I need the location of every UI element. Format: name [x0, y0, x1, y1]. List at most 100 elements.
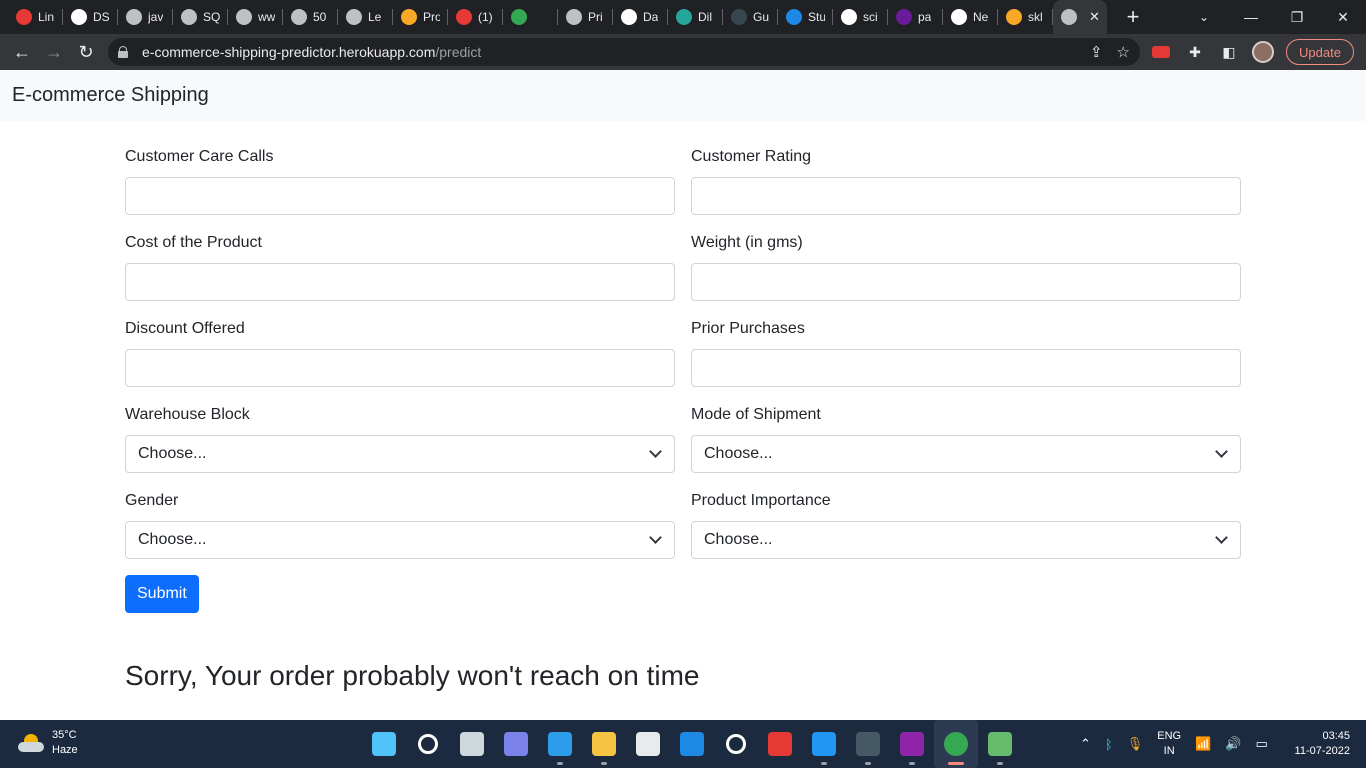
- youtube-extension-icon[interactable]: [1150, 41, 1172, 63]
- tab-search-chevron-icon[interactable]: ⌄: [1192, 0, 1216, 34]
- select-value: Choose...: [138, 445, 207, 462]
- language-line1: ENG: [1157, 730, 1182, 742]
- browser-tab[interactable]: DS: [63, 0, 118, 34]
- tab-title: sci: [863, 10, 878, 24]
- brand-title[interactable]: E-commerce Shipping: [12, 84, 209, 107]
- taskbar-apps: [362, 720, 1022, 768]
- browser-tab[interactable]: [503, 0, 558, 34]
- browser-tab[interactable]: sci: [833, 0, 888, 34]
- field-label: Customer Care Calls: [125, 148, 274, 165]
- browser-tab[interactable]: Pri: [558, 0, 613, 34]
- product-importance-select[interactable]: Choose...: [691, 521, 1241, 559]
- forward-button[interactable]: →: [38, 36, 70, 68]
- field-mode-of-shipment: Mode of Shipment Choose...: [691, 403, 1241, 473]
- tray-overflow-chevron-icon[interactable]: ⌃: [1080, 736, 1091, 752]
- taskbar-app[interactable]: [582, 720, 626, 768]
- k-icon: [786, 9, 802, 25]
- globe-icon: [181, 9, 197, 25]
- prior-purchases-input[interactable]: [691, 349, 1241, 387]
- weather-haze-icon: [18, 734, 44, 752]
- system-clock[interactable]: 03:45 11-07-2022: [1295, 729, 1350, 759]
- globe-icon: [566, 9, 582, 25]
- browser-tab[interactable]: Gu: [723, 0, 778, 34]
- mode-of-shipment-select[interactable]: Choose...: [691, 435, 1241, 473]
- browser-tab[interactable]: Pro: [393, 0, 448, 34]
- taskbar-app[interactable]: [626, 720, 670, 768]
- restore-button[interactable]: ❐: [1274, 0, 1320, 34]
- browser-tab[interactable]: Lin: [8, 0, 63, 34]
- taskbar-app[interactable]: [494, 720, 538, 768]
- browser-tab[interactable]: 50: [283, 0, 338, 34]
- weather-widget[interactable]: 35°C Haze: [18, 728, 78, 758]
- browser-tab[interactable]: Da: [613, 0, 668, 34]
- volume-icon[interactable]: 🔊: [1225, 736, 1241, 752]
- taskbar-app[interactable]: [978, 720, 1022, 768]
- browser-tab[interactable]: jav: [118, 0, 173, 34]
- gender-select[interactable]: Choose...: [125, 521, 675, 559]
- back-button[interactable]: ←: [6, 36, 38, 68]
- file-explorer-icon: [592, 732, 616, 756]
- browser-tab[interactable]: Stu: [778, 0, 833, 34]
- tab-title: skl: [1028, 10, 1043, 24]
- taskbar-app[interactable]: [846, 720, 890, 768]
- browser-tab[interactable]: skl: [998, 0, 1053, 34]
- browser-tab[interactable]: (1): [448, 0, 503, 34]
- tab-title: Pro: [423, 10, 440, 24]
- taskbar-app[interactable]: [362, 720, 406, 768]
- update-button[interactable]: Update: [1286, 39, 1354, 65]
- youtube-icon: [456, 9, 472, 25]
- field-label: Discount Offered: [125, 320, 245, 337]
- customer-care-calls-input[interactable]: [125, 177, 675, 215]
- browser-tab[interactable]: Ne: [943, 0, 998, 34]
- system-tray: ⌃ ᛒ 🎙 ENG IN 📶 🔊 ▭: [1080, 720, 1268, 768]
- taskbar-app[interactable]: [670, 720, 714, 768]
- minimize-button[interactable]: —: [1228, 0, 1274, 34]
- field-warehouse-block: Warehouse Block Choose...: [125, 403, 675, 473]
- bluetooth-icon[interactable]: ᛒ: [1105, 737, 1113, 752]
- tab-close-icon[interactable]: ✕: [1089, 9, 1100, 25]
- field-label: Customer Rating: [691, 148, 812, 165]
- close-window-button[interactable]: ✕: [1320, 0, 1366, 34]
- taskbar-app[interactable]: [406, 720, 450, 768]
- store-icon: [636, 732, 660, 756]
- chevron-down-icon: [649, 445, 662, 458]
- globe-icon: [346, 9, 362, 25]
- address-bar[interactable]: e-commerce-shipping-predictor.herokuapp.…: [108, 38, 1140, 66]
- language-indicator[interactable]: ENG IN: [1157, 729, 1181, 759]
- share-icon[interactable]: ⇪: [1090, 43, 1103, 61]
- taskbar-app[interactable]: [934, 720, 978, 768]
- side-panel-icon[interactable]: ◧: [1218, 41, 1240, 63]
- taskbar-app[interactable]: [538, 720, 582, 768]
- taskbar-app[interactable]: [450, 720, 494, 768]
- taskbar-app[interactable]: [890, 720, 934, 768]
- discount-offered-input[interactable]: [125, 349, 675, 387]
- microphone-icon[interactable]: 🎙: [1127, 736, 1144, 752]
- weight-in-gms-input[interactable]: [691, 263, 1241, 301]
- profile-avatar[interactable]: [1252, 41, 1274, 63]
- new-tab-button[interactable]: +: [1121, 4, 1145, 30]
- warehouse-block-select[interactable]: Choose...: [125, 435, 675, 473]
- customer-rating-input[interactable]: [691, 177, 1241, 215]
- taskbar-app[interactable]: [758, 720, 802, 768]
- submit-button[interactable]: Submit: [125, 575, 199, 613]
- reload-button[interactable]: ↻: [70, 36, 102, 68]
- bookmark-star-icon[interactable]: ☆: [1117, 43, 1130, 61]
- browser-tab[interactable]: Le: [338, 0, 393, 34]
- tab-title: Dil: [698, 10, 712, 24]
- field-cost-of-the-product: Cost of the Product: [125, 231, 675, 301]
- wifi-icon[interactable]: 📶: [1195, 736, 1211, 752]
- browser-tab[interactable]: ww: [228, 0, 283, 34]
- browser-tab[interactable]: SQ: [173, 0, 228, 34]
- browser-tab[interactable]: Dil: [668, 0, 723, 34]
- taskbar-app[interactable]: [802, 720, 846, 768]
- lock-icon[interactable]: [118, 46, 128, 58]
- field-weight-in-gms: Weight (in gms): [691, 231, 1241, 301]
- battery-icon[interactable]: ▭: [1255, 736, 1267, 752]
- browser-tab[interactable]: pa: [888, 0, 943, 34]
- tab-title: pa: [918, 10, 932, 24]
- taskbar-app[interactable]: [714, 720, 758, 768]
- select-value: Choose...: [704, 445, 773, 462]
- extensions-puzzle-icon[interactable]: ✚: [1184, 41, 1206, 63]
- browser-tab[interactable]: ✕: [1053, 0, 1107, 34]
- cost-of-the-product-input[interactable]: [125, 263, 675, 301]
